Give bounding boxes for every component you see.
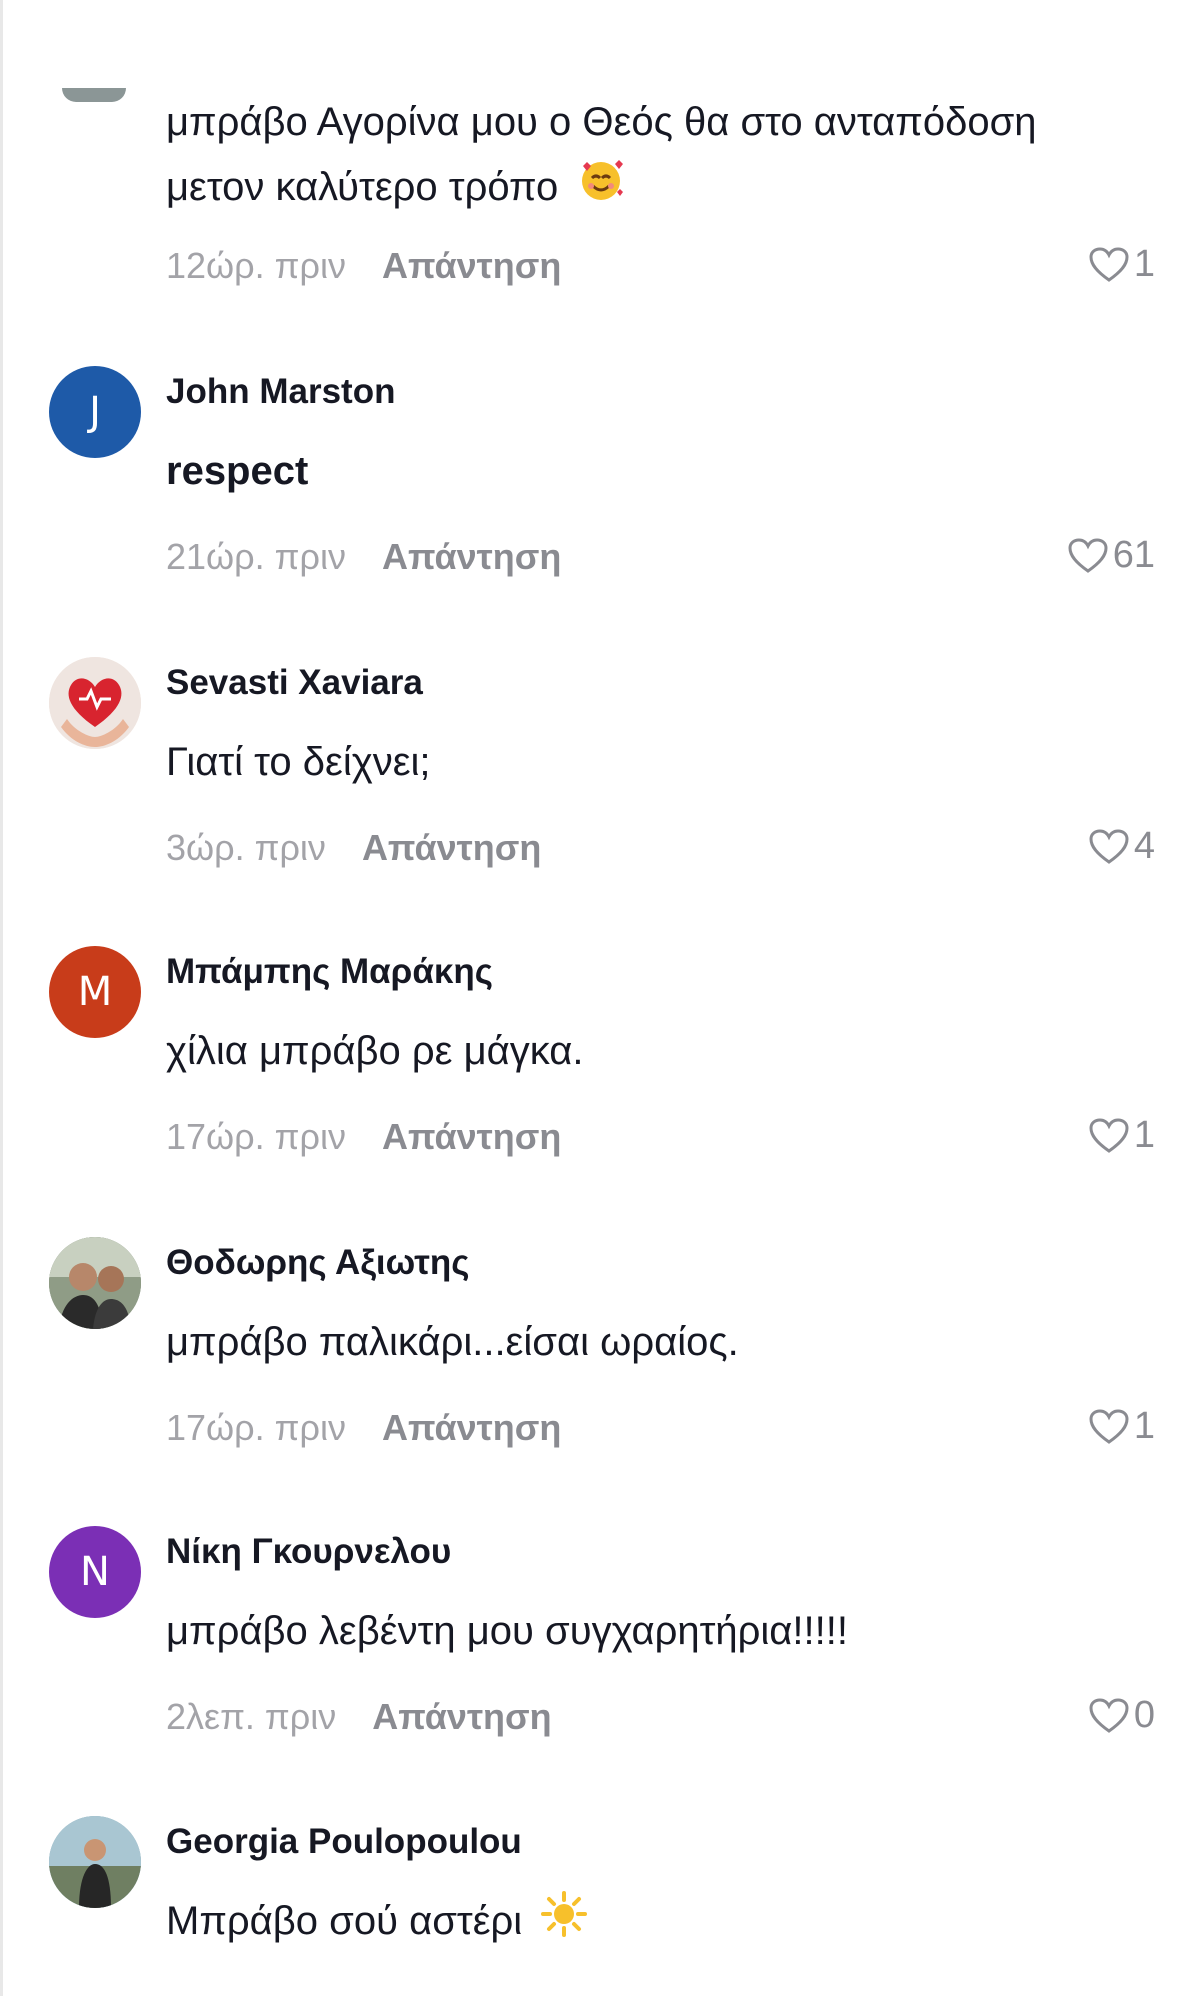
reply-button[interactable]: Απάντηση <box>382 536 561 577</box>
comment-author[interactable]: Sevasti Xaviara <box>166 663 423 703</box>
like-count: 0 <box>1133 1694 1155 1736</box>
heart-icon <box>1089 1408 1129 1444</box>
comment-time: 21ώρ. πριν <box>166 536 346 577</box>
heart-icon <box>1089 246 1129 282</box>
avatar-letter: N <box>80 1549 110 1595</box>
heart-icon <box>1089 828 1129 864</box>
reply-button[interactable]: Απάντηση <box>382 1407 561 1448</box>
profile-photo-icon <box>49 1237 141 1329</box>
comment-author[interactable]: Georgia Poulopoulou <box>166 1822 522 1862</box>
comment-text: Γιατί το δείχνει; <box>166 740 431 784</box>
like-button[interactable]: 1 <box>1088 243 1155 286</box>
comment-meta: 17ώρ. πριν Απάντηση <box>166 1407 561 1449</box>
like-count: 61 <box>1112 534 1155 576</box>
avatar[interactable]: N <box>49 1526 141 1618</box>
like-button[interactable]: 61 <box>1067 534 1155 577</box>
comment-time: 12ώρ. πριν <box>166 245 346 286</box>
heart-icon <box>1089 1117 1129 1153</box>
like-button[interactable]: 1 <box>1088 1114 1155 1157</box>
comment-text: μπράβο Αγορίνα μου ο Θεός θα στο ανταπόδ… <box>166 100 1037 144</box>
comment-author[interactable]: Μπάμπης Μαράκης <box>166 952 493 992</box>
comment-text: μπράβο λεβέντη μου συγχαρητήρια!!!!! <box>166 1609 848 1653</box>
comment-time: 3ώρ. πριν <box>166 827 326 868</box>
avatar[interactable] <box>49 1237 141 1329</box>
heart-in-hands-icon <box>49 657 141 749</box>
like-button[interactable]: 0 <box>1088 1694 1155 1737</box>
comment-author[interactable]: John Marston <box>166 372 395 412</box>
sun-emoji-icon <box>541 1890 588 1956</box>
comment-text-line2: μετον καλύτερο τρόπο <box>166 155 625 223</box>
comment-time: 17ώρ. πριν <box>166 1116 346 1157</box>
like-count: 1 <box>1133 243 1155 285</box>
page-left-border <box>0 0 3 1996</box>
reply-button[interactable]: Απάντηση <box>372 1696 551 1737</box>
avatar[interactable] <box>49 1816 141 1908</box>
comment-time: 17ώρ. πριν <box>166 1407 346 1448</box>
like-count: 1 <box>1133 1114 1155 1156</box>
comment-meta: 2λεπ. πριν Απάντηση <box>166 1696 552 1738</box>
avatar-letter: J <box>89 389 101 435</box>
smiling-face-with-hearts-icon <box>577 156 625 223</box>
like-button[interactable]: 4 <box>1088 825 1155 868</box>
comment-author[interactable]: Θοδωρης Αξιωτης <box>166 1243 469 1283</box>
comment-text: respect <box>166 449 309 493</box>
comment-text: Μπράβο σού αστέρι <box>166 1889 588 1956</box>
reply-button[interactable]: Απάντηση <box>382 245 561 286</box>
heart-icon <box>1068 537 1108 573</box>
comment-meta: 12ώρ. πριν Απάντηση <box>166 245 561 287</box>
comment-meta: 21ώρ. πριν Απάντηση <box>166 536 561 578</box>
reply-button[interactable]: Απάντηση <box>362 827 541 868</box>
avatar[interactable]: M <box>49 946 141 1038</box>
like-count: 1 <box>1133 1405 1155 1447</box>
avatar[interactable]: J <box>49 366 141 458</box>
comment-author[interactable]: Νίκη Γκουρνελου <box>166 1532 451 1572</box>
avatar[interactable] <box>62 88 126 102</box>
like-button[interactable]: 1 <box>1088 1405 1155 1448</box>
profile-photo-icon <box>49 1816 141 1908</box>
comment-text: μπράβο παλικάρι...είσαι ωραίος. <box>166 1320 739 1364</box>
comment-text: χίλια μπράβο ρε μάγκα. <box>166 1029 584 1073</box>
comment-meta: 17ώρ. πριν Απάντηση <box>166 1116 561 1158</box>
avatar-letter: M <box>77 969 113 1015</box>
heart-icon <box>1089 1697 1129 1733</box>
comment-time: 2λεπ. πριν <box>166 1696 337 1737</box>
reply-button[interactable]: Απάντηση <box>382 1116 561 1157</box>
avatar[interactable] <box>49 657 141 749</box>
comment-meta: 3ώρ. πριν Απάντηση <box>166 827 541 869</box>
like-count: 4 <box>1133 825 1155 867</box>
